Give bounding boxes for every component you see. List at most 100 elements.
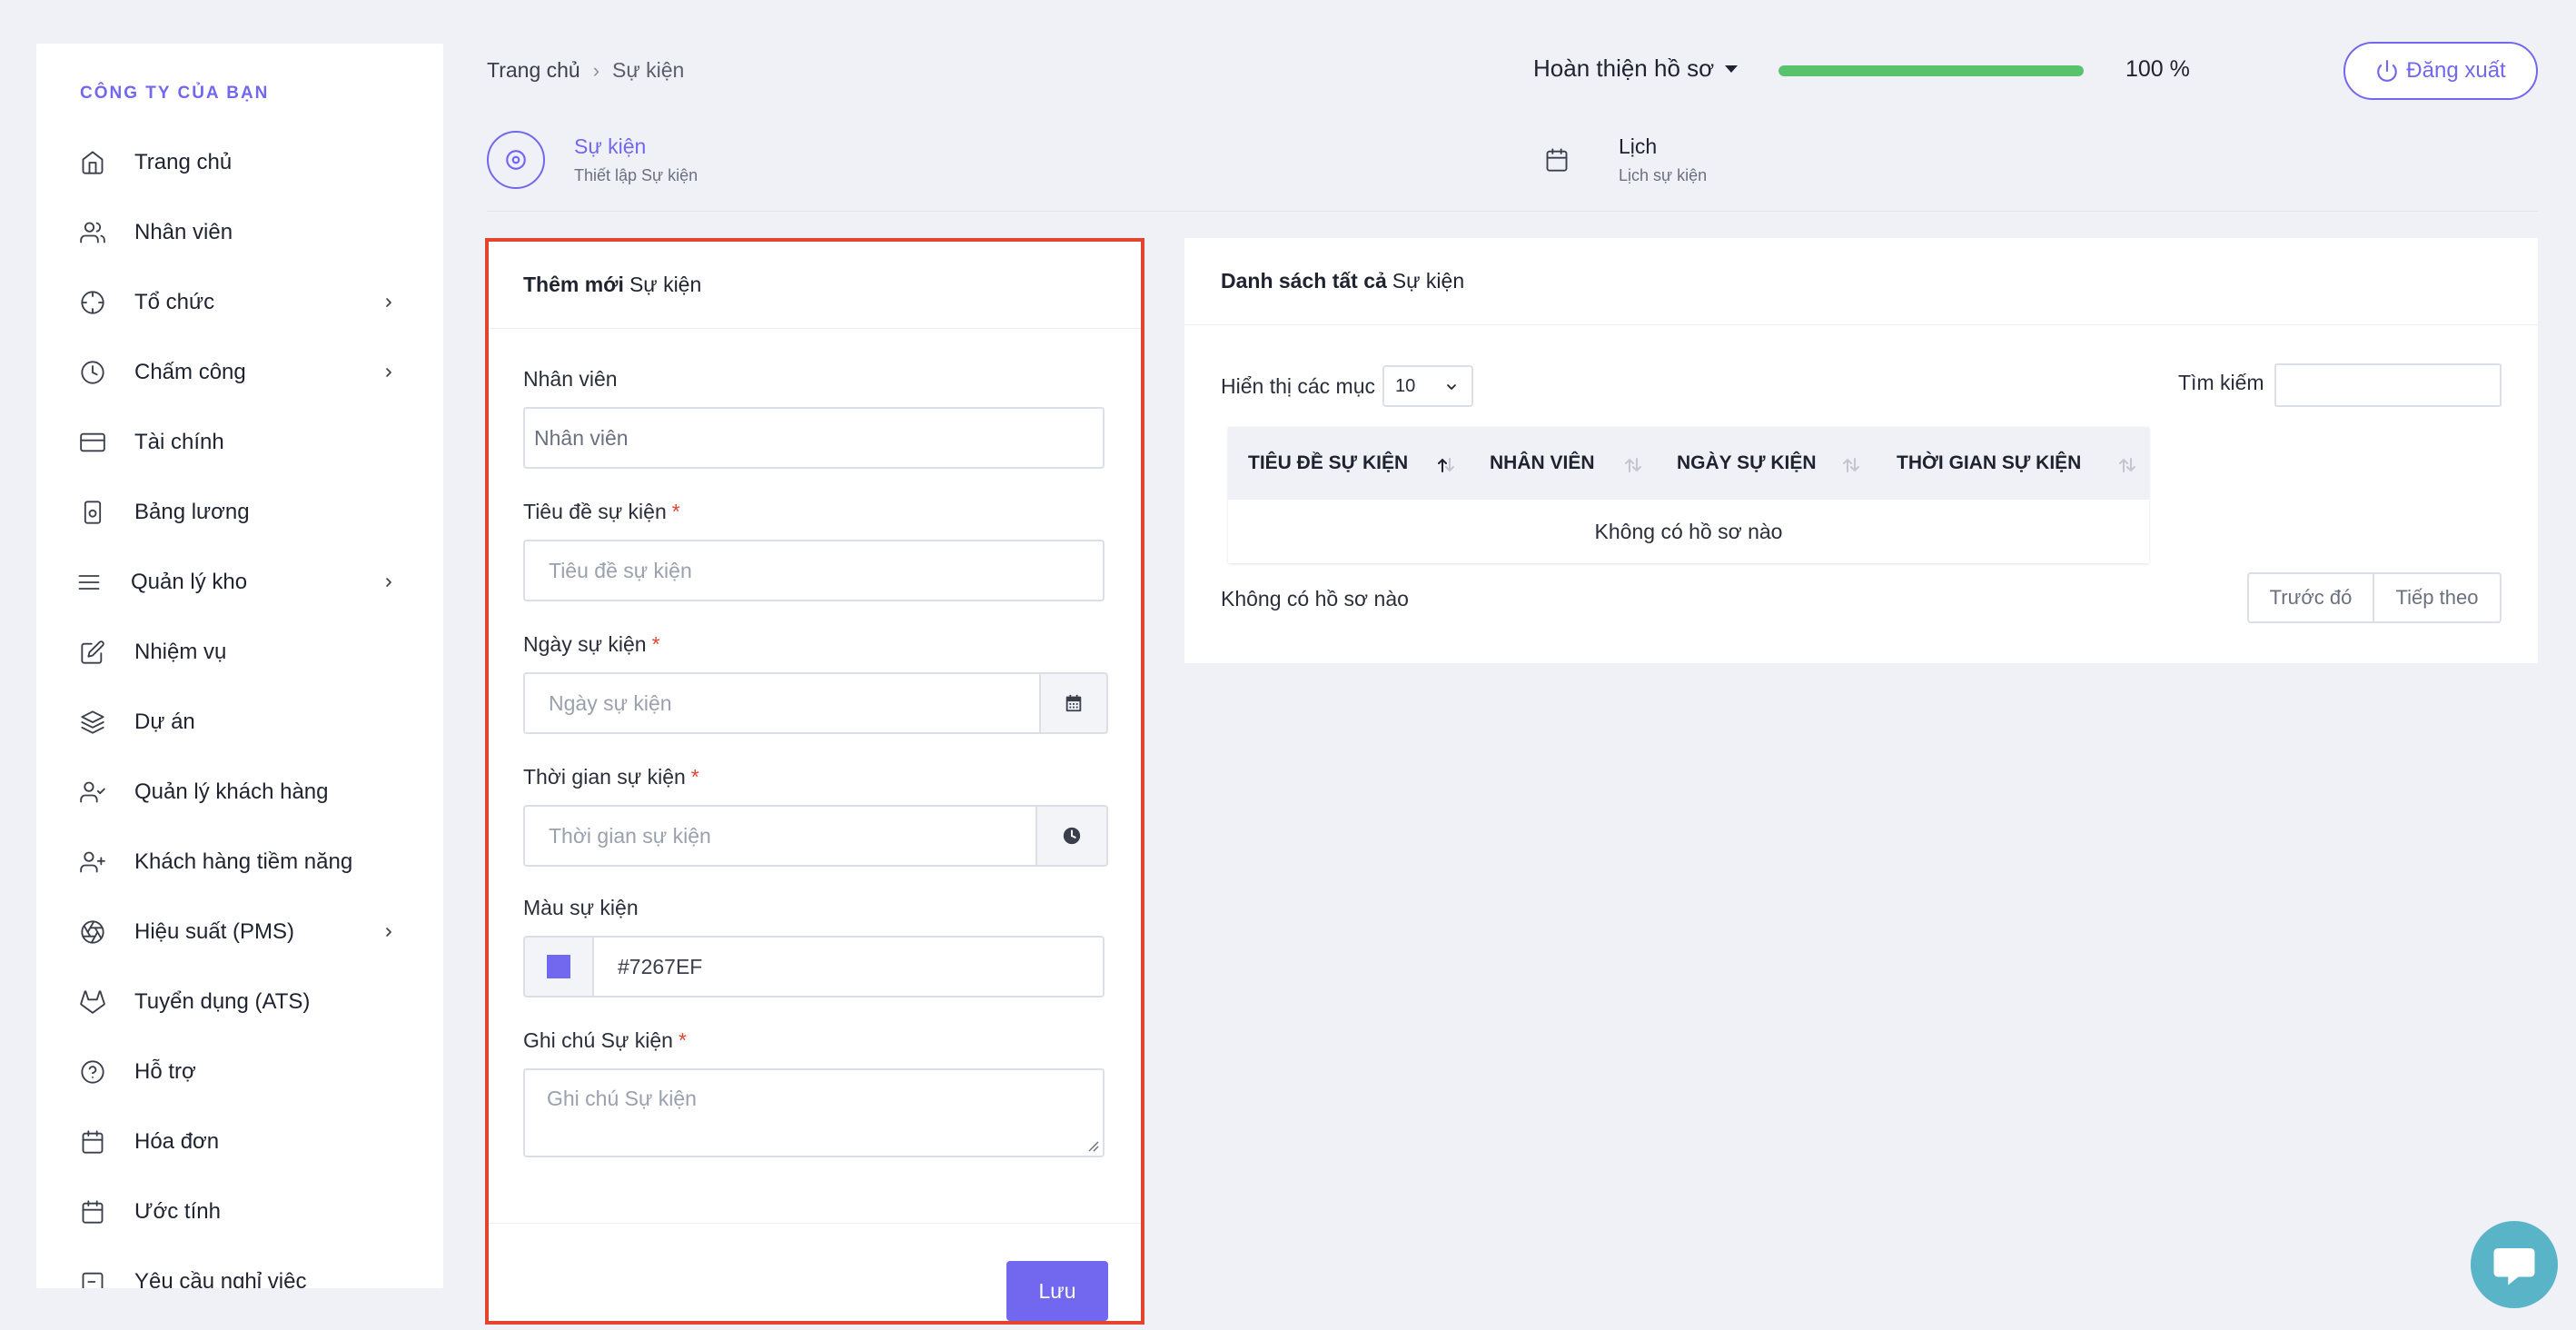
event-color-label-text: Màu sự kiện	[523, 896, 639, 919]
search-input[interactable]	[2274, 363, 2502, 407]
color-swatch-button[interactable]	[523, 936, 594, 998]
sort-icon[interactable]	[2116, 456, 2138, 474]
page-size-value: 10	[1395, 375, 1416, 396]
event-note-placeholder: Ghi chú Sự kiện	[547, 1087, 697, 1110]
sidebar-item-attendance[interactable]: Chấm công	[36, 337, 443, 407]
previous-page-button[interactable]: Trước đó	[2247, 572, 2374, 623]
logout-button[interactable]: Đăng xuất	[2343, 42, 2538, 100]
required-mark: *	[678, 1028, 687, 1052]
event-title-label: Tiêu đề sự kiện *	[523, 500, 680, 524]
help-circle-icon	[80, 1059, 105, 1085]
sidebar-item-label: Dự án	[134, 709, 195, 734]
page-size-select[interactable]: 10	[1382, 365, 1474, 407]
chevron-right-icon	[386, 367, 391, 377]
save-button[interactable]: Lưu	[1006, 1261, 1108, 1321]
form-footer-divider	[489, 1223, 1141, 1224]
required-mark: *	[671, 500, 680, 523]
crosshair-icon	[80, 290, 105, 315]
sidebar-item-finance[interactable]: Tài chính	[36, 407, 443, 477]
list-card-header: Danh sách tất cả Sự kiện	[1184, 238, 2538, 325]
sidebar-item-label: Hiệu suất (PMS)	[134, 918, 295, 944]
profile-progress-percent: 100 %	[2125, 56, 2190, 82]
profile-completion-dropdown[interactable]: Hoàn thiện hồ sơ	[1533, 55, 1739, 83]
show-entries-label: Hiển thị các mục	[1221, 373, 1376, 398]
sort-icon[interactable]	[1622, 456, 1644, 474]
chevron-right-icon	[386, 577, 391, 587]
tab-calendar[interactable]: Lịch Lịch sự kiện	[1544, 134, 1707, 185]
search-label: Tìm kiếm	[2178, 371, 2264, 394]
calendar-icon	[80, 1129, 105, 1155]
date-picker-button[interactable]	[1039, 672, 1108, 734]
event-note-textarea[interactable]: Ghi chú Sự kiện	[523, 1068, 1105, 1157]
users-icon	[80, 220, 105, 245]
payroll-icon	[80, 500, 105, 525]
tab-events-title: Sự kiện	[574, 134, 647, 158]
sidebar-item-support[interactable]: Hỗ trợ	[36, 1037, 443, 1107]
aperture-icon	[80, 919, 105, 945]
sidebar: CÔNG TY CỦA BẠN Trang chủ Nhân viên Tổ c…	[36, 44, 443, 1288]
sidebar-item-label: Quản lý khách hàng	[134, 779, 329, 804]
sidebar-item-projects[interactable]: Dự án	[36, 687, 443, 757]
sidebar-item-estimates[interactable]: Ước tính	[36, 1176, 443, 1246]
sidebar-item-label: Nhân viên	[134, 219, 233, 244]
resize-handle-icon[interactable]	[1086, 1139, 1099, 1152]
time-picker-button[interactable]	[1035, 805, 1108, 867]
clock-icon	[80, 360, 105, 385]
sidebar-item-performance[interactable]: Hiệu suất (PMS)	[36, 897, 443, 967]
sort-asc-icon[interactable]	[1435, 456, 1457, 474]
required-mark: *	[690, 765, 699, 789]
calendar-icon	[80, 1199, 105, 1225]
sidebar-item-employees[interactable]: Nhân viên	[36, 197, 443, 267]
calendar-icon	[1065, 694, 1082, 712]
event-list-card: Danh sách tất cả Sự kiện Hiển thị các mụ…	[1184, 238, 2538, 663]
next-page-button[interactable]: Tiếp theo	[2373, 572, 2502, 623]
table-info: Không có hồ sơ nào	[1221, 587, 1409, 610]
breadcrumb-separator-icon: ›	[592, 58, 600, 82]
chevron-right-icon	[386, 927, 391, 937]
column-event-title[interactable]: TIÊU ĐỀ SỰ KIỆN	[1248, 427, 1408, 500]
add-event-form-card: Thêm mới Sự kiện Nhân viên Nhân viên Tiê…	[485, 238, 1144, 1325]
event-title-label-text: Tiêu đề sự kiện	[523, 500, 667, 523]
sidebar-item-label: Yêu cầu nghỉ việc	[134, 1268, 307, 1289]
employee-select[interactable]: Nhân viên	[523, 407, 1105, 469]
sidebar-item-label: Chấm công	[134, 359, 246, 384]
breadcrumb-home[interactable]: Trang chủ	[487, 58, 580, 83]
event-time-input[interactable]: Thời gian sự kiện	[523, 805, 1037, 867]
sidebar-item-label: Hóa đơn	[134, 1128, 220, 1154]
layers-icon	[80, 710, 105, 735]
sidebar-item-label: Hỗ trợ	[134, 1058, 196, 1084]
event-date-label: Ngày sự kiện *	[523, 632, 660, 657]
caret-down-icon	[1725, 65, 1739, 73]
show-entries: Hiển thị các mục 10	[1221, 365, 1474, 407]
tabs-divider	[487, 211, 2538, 212]
pagination: Trước đó Tiếp theo	[2247, 572, 2502, 623]
sidebar-item-label: Bảng lương	[134, 499, 250, 524]
sidebar-item-organization[interactable]: Tổ chức	[36, 267, 443, 337]
sidebar-item-payroll[interactable]: Bảng lương	[36, 477, 443, 547]
sidebar-item-home[interactable]: Trang chủ	[36, 127, 443, 197]
sidebar-item-invoices[interactable]: Hóa đơn	[36, 1107, 443, 1176]
event-color-input[interactable]: #7267EF	[592, 936, 1105, 998]
sidebar-item-resignation[interactable]: Yêu cầu nghỉ việc	[36, 1246, 443, 1288]
column-event-time[interactable]: THỜI GIAN SỰ KIỆN	[1897, 427, 2081, 500]
sidebar-item-inventory[interactable]: Quản lý kho	[36, 547, 443, 617]
sidebar-item-leads[interactable]: Khách hàng tiềm năng	[36, 827, 443, 897]
column-employee[interactable]: NHÂN VIÊN	[1490, 427, 1595, 500]
employee-label: Nhân viên	[523, 367, 618, 392]
edit-icon	[80, 640, 105, 665]
tab-events[interactable]: Sự kiện Thiết lập Sự kiện	[487, 131, 698, 189]
sort-icon[interactable]	[1840, 456, 1862, 474]
sidebar-item-customers[interactable]: Quản lý khách hàng	[36, 757, 443, 827]
event-date-input[interactable]: Ngày sự kiện	[523, 672, 1041, 734]
table-header: TIÊU ĐỀ SỰ KIỆN NHÂN VIÊN NGÀY SỰ KIỆN T…	[1228, 427, 2149, 500]
tab-calendar-subtitle: Lịch sự kiện	[1619, 166, 1708, 184]
sidebar-item-recruitment[interactable]: Tuyển dụng (ATS)	[36, 967, 443, 1037]
event-note-label-text: Ghi chú Sự kiện	[523, 1028, 673, 1052]
sidebar-item-tasks[interactable]: Nhiệm vụ	[36, 617, 443, 687]
column-event-date[interactable]: NGÀY SỰ KIỆN	[1677, 427, 1817, 500]
chat-bubble-button[interactable]	[2471, 1221, 2558, 1308]
event-note-label: Ghi chú Sự kiện *	[523, 1028, 687, 1053]
sidebar-item-label: Quản lý kho	[131, 569, 248, 594]
sidebar-item-label: Nhiệm vụ	[134, 639, 227, 664]
event-title-input[interactable]: Tiêu đề sự kiện	[523, 540, 1105, 601]
